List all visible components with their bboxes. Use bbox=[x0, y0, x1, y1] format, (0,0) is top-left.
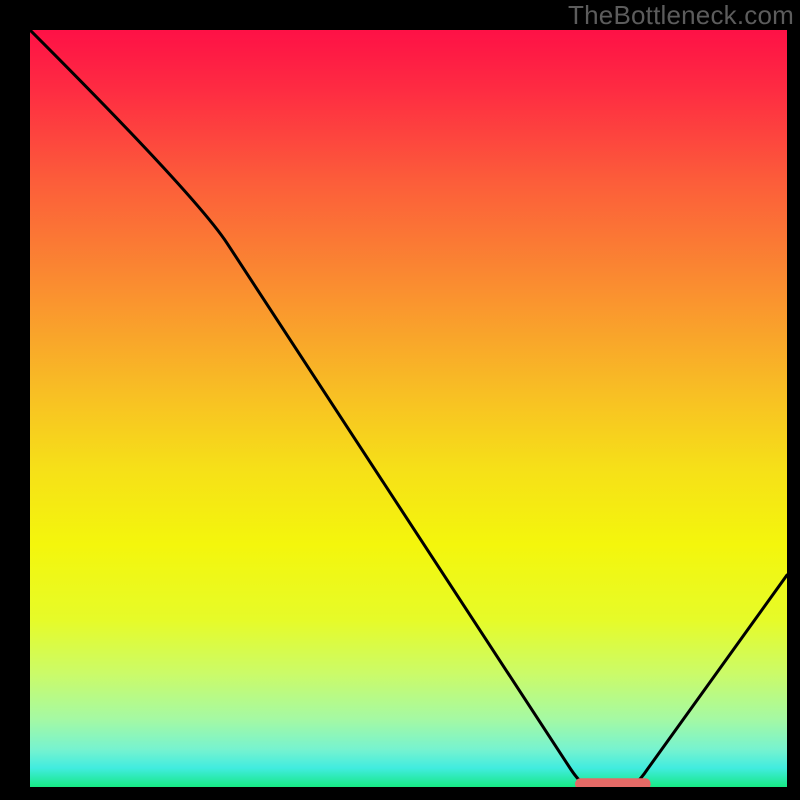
plot-area bbox=[30, 30, 787, 787]
watermark-text: TheBottleneck.com bbox=[568, 0, 794, 31]
chart-svg bbox=[30, 30, 787, 787]
chart-frame: TheBottleneck.com bbox=[0, 0, 800, 800]
optimal-range-marker bbox=[575, 778, 651, 787]
gradient-background bbox=[30, 30, 787, 787]
